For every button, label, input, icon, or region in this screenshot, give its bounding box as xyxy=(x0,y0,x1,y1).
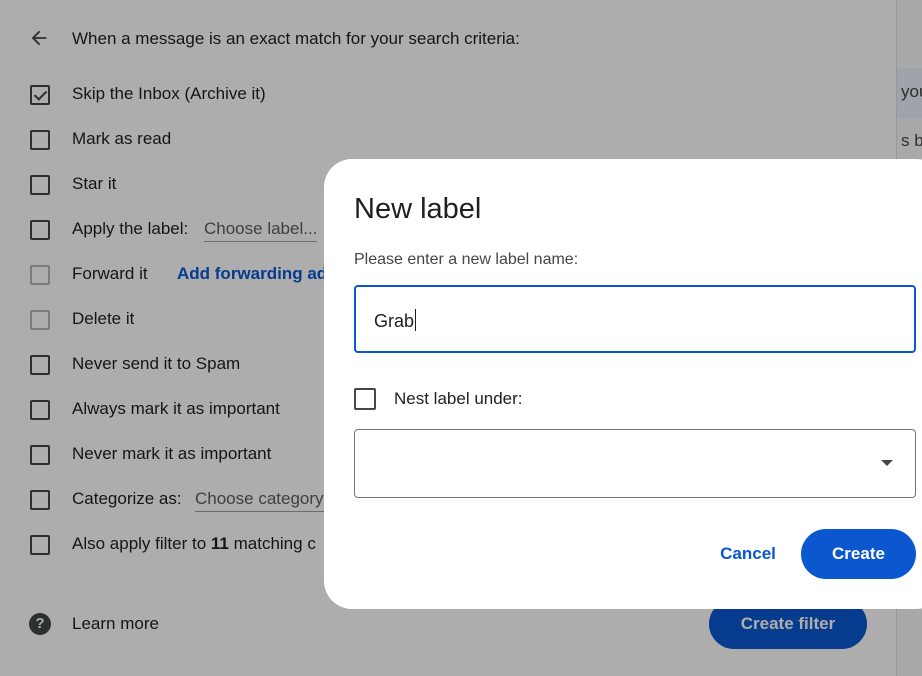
create-button[interactable]: Create xyxy=(801,529,916,579)
nest-label-text: Nest label under: xyxy=(394,389,523,408)
dialog-prompt: Please enter a new label name: xyxy=(354,251,579,268)
dialog-title: New label xyxy=(354,193,482,225)
text-caret xyxy=(415,309,417,331)
dropdown-arrow-icon xyxy=(881,460,893,466)
label-name-value: Grab xyxy=(374,311,415,331)
parent-label-select[interactable] xyxy=(354,429,916,498)
new-label-dialog: New label Please enter a new label name:… xyxy=(324,159,922,609)
label-name-input[interactable]: Grab xyxy=(354,285,916,353)
nest-label-checkbox[interactable] xyxy=(354,388,376,410)
cancel-button[interactable]: Cancel xyxy=(704,529,792,579)
